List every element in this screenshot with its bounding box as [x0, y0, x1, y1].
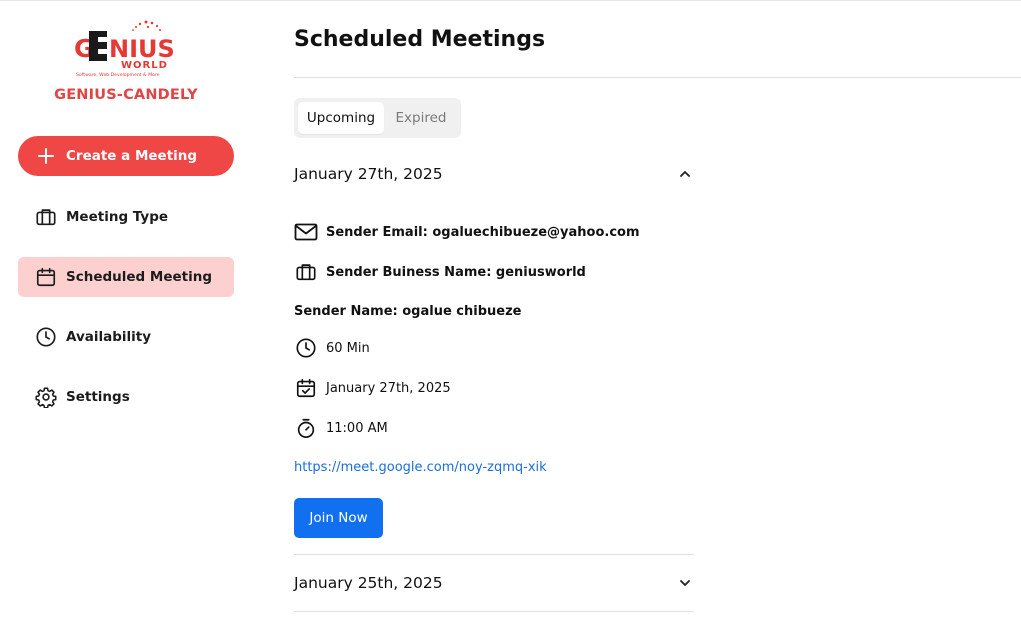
sender-name-row: Sender Name: ogalue chibueze — [294, 304, 521, 319]
divider — [294, 77, 1021, 78]
duration-row: 60 Min — [294, 336, 370, 360]
meeting-date-header[interactable]: January 27th, 2025 — [294, 162, 694, 186]
join-now-button[interactable]: Join Now — [294, 498, 383, 538]
date-row: January 27th, 2025 — [294, 376, 451, 400]
sender-business-row: Sender Buiness Name: geniusworld — [294, 260, 586, 284]
mail-icon — [294, 220, 318, 244]
svg-text:WORLD: WORLD — [121, 60, 168, 71]
divider — [294, 611, 694, 612]
calendar-icon — [34, 265, 58, 289]
clock-icon — [294, 336, 318, 360]
sender-email: Sender Email: ogaluechibueze@yahoo.com — [326, 224, 640, 240]
meeting-time: 11:00 AM — [326, 420, 388, 436]
sidebar-item-scheduled-meeting[interactable]: Scheduled Meeting — [18, 257, 234, 297]
sender-name: Sender Name: ogalue chibueze — [294, 304, 522, 319]
meeting-link[interactable]: https://meet.google.com/noy-zqmq-xik — [294, 460, 547, 475]
sidebar: G NIUS WORLD Software, Web Development &… — [0, 1, 252, 629]
briefcase-icon — [34, 205, 58, 229]
meeting-duration: 60 Min — [326, 340, 370, 356]
sidebar-item-label: Settings — [66, 389, 130, 405]
sidebar-item-label: Meeting Type — [66, 209, 169, 225]
sender-business-name: Sender Buiness Name: geniusworld — [326, 264, 586, 280]
time-row: 11:00 AM — [294, 416, 388, 440]
page-title: Scheduled Meetings — [294, 27, 546, 52]
sidebar-item-meeting-type[interactable]: Meeting Type — [18, 197, 234, 237]
meeting-date: January 27th, 2025 — [326, 380, 451, 396]
sender-email-row: Sender Email: ogaluechibueze@yahoo.com — [294, 220, 640, 244]
company-logo: G NIUS WORLD Software, Web Development &… — [74, 20, 175, 78]
chevron-up-icon[interactable] — [678, 167, 692, 181]
sidebar-item-label: Availability — [66, 329, 152, 345]
meeting-date-heading: January 25th, 2025 — [294, 574, 443, 592]
chevron-down-icon[interactable] — [678, 576, 692, 590]
calendar-check-icon — [294, 376, 318, 400]
tab-expired[interactable]: Expired — [388, 102, 454, 134]
tab-upcoming[interactable]: Upcoming — [298, 102, 384, 134]
svg-text:NIUS: NIUS — [109, 35, 175, 63]
briefcase-icon — [294, 260, 318, 284]
create-meeting-label: Create a Meeting — [66, 148, 198, 164]
sidebar-item-availability[interactable]: Availability — [18, 317, 234, 357]
meeting-date-header[interactable]: January 25th, 2025 — [294, 571, 694, 595]
tabs: Upcoming Expired — [294, 98, 461, 138]
clock-icon — [34, 325, 58, 349]
meeting-date-heading: January 27th, 2025 — [294, 165, 443, 183]
brand-name: GENIUS-CANDELY — [54, 87, 198, 103]
sidebar-item-settings[interactable]: Settings — [18, 377, 234, 417]
divider — [294, 554, 694, 555]
create-meeting-button[interactable]: Create a Meeting — [18, 136, 234, 176]
plus-icon — [37, 147, 55, 165]
svg-text:Software, Web Development & Mo: Software, Web Development & More — [76, 72, 160, 78]
sidebar-item-label: Scheduled Meeting — [66, 269, 213, 285]
timer-icon — [294, 416, 318, 440]
gear-icon — [34, 385, 58, 409]
